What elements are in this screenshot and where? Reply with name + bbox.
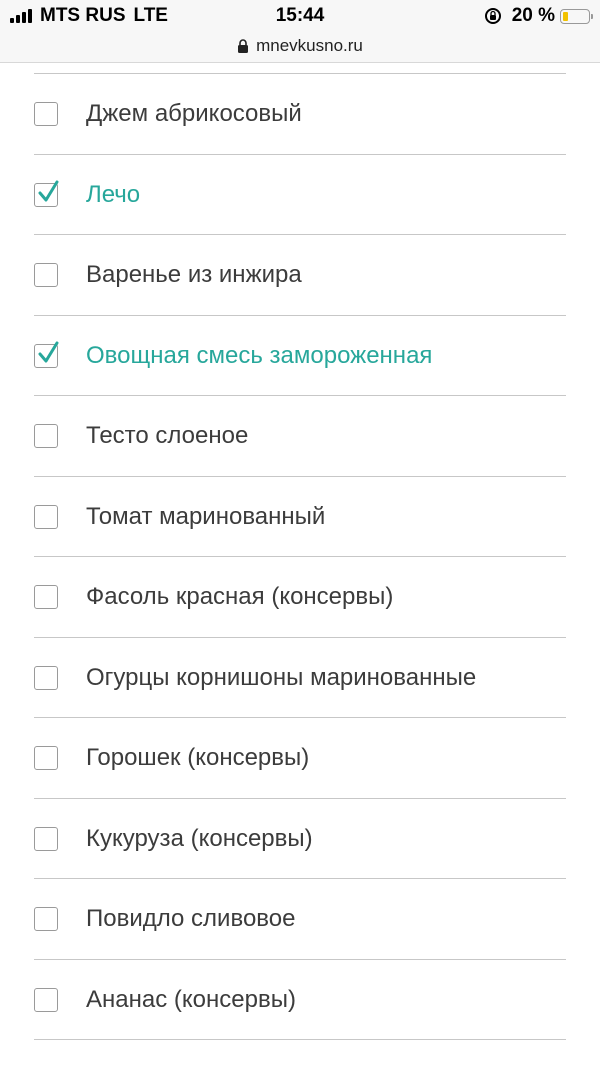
list-item[interactable]: Огурцы корнишоны маринованные <box>34 638 566 718</box>
list-item-label: Огурцы корнишоны маринованные <box>86 663 477 691</box>
checkbox[interactable] <box>34 746 58 770</box>
battery-level <box>563 11 568 21</box>
list-item[interactable]: Тесто слоеное <box>34 396 566 477</box>
status-bar: MTS RUS LTE 15:44 20 % <box>0 0 600 30</box>
list-item[interactable]: Джем абрикосовый <box>34 74 566 155</box>
checkbox[interactable] <box>34 424 58 448</box>
address-bar[interactable]: mnevkusno.ru <box>0 30 600 63</box>
list-item-label: Тесто слоеное <box>86 422 249 449</box>
list-item[interactable]: Варенье из инжира <box>34 235 566 316</box>
shopping-list: Джем абрикосовый Лечо Варенье из инжира Ово… <box>0 73 600 1040</box>
checkbox[interactable] <box>34 907 58 931</box>
battery-icon <box>560 8 593 24</box>
list-item[interactable]: Томат маринованный <box>34 477 566 557</box>
list-item[interactable]: Ананас (консервы) <box>34 960 566 1040</box>
checkmark-icon <box>38 341 59 362</box>
checkbox-checked[interactable] <box>34 341 59 368</box>
list-item-label: Горошек (консервы) <box>86 744 310 771</box>
shopping-list-items: Джем абрикосовый Лечо Варенье из инжира Ово… <box>0 74 600 1040</box>
list-item[interactable]: Кукуруза (консервы) <box>34 799 566 879</box>
lock-icon <box>238 39 249 53</box>
list-item-label: Фасоль красная (консервы) <box>86 583 394 610</box>
list-item-label: Повидло сливовое <box>86 905 296 932</box>
list-item-label: Томат маринованный <box>86 502 326 530</box>
list-item-label: Кукуруза (консервы) <box>86 824 313 852</box>
checkbox[interactable] <box>34 263 58 287</box>
battery-percent: 20 % <box>511 5 555 26</box>
list-item[interactable]: Лечо <box>34 155 566 235</box>
checkbox-checked[interactable] <box>34 180 59 207</box>
checkbox[interactable] <box>34 504 58 529</box>
checkmark-icon <box>38 180 59 201</box>
list-item[interactable]: Фасоль красная (консервы) <box>34 557 566 638</box>
list-item-label: Джем абрикосовый <box>86 100 302 127</box>
checkbox[interactable] <box>34 665 58 690</box>
list-item[interactable]: Горошек (консервы) <box>34 718 566 799</box>
url-text: mnevkusno.ru <box>256 36 363 55</box>
list-item-label: Лечо <box>86 180 141 208</box>
checkbox[interactable] <box>34 585 58 609</box>
list-item-label: Варенье из инжира <box>86 261 302 288</box>
list-item-label: Ананас (консервы) <box>86 985 296 1013</box>
list-item-label: Овощная смесь замороженная <box>86 341 433 369</box>
checkbox[interactable] <box>34 987 58 1012</box>
checkbox[interactable] <box>34 826 58 851</box>
status-right: 20 % <box>484 5 593 27</box>
checkbox[interactable] <box>34 102 58 126</box>
list-item[interactable]: Овощная смесь замороженная <box>34 316 566 396</box>
rotation-lock-icon <box>484 8 501 24</box>
list-item[interactable]: Повидло сливовое <box>34 879 566 960</box>
